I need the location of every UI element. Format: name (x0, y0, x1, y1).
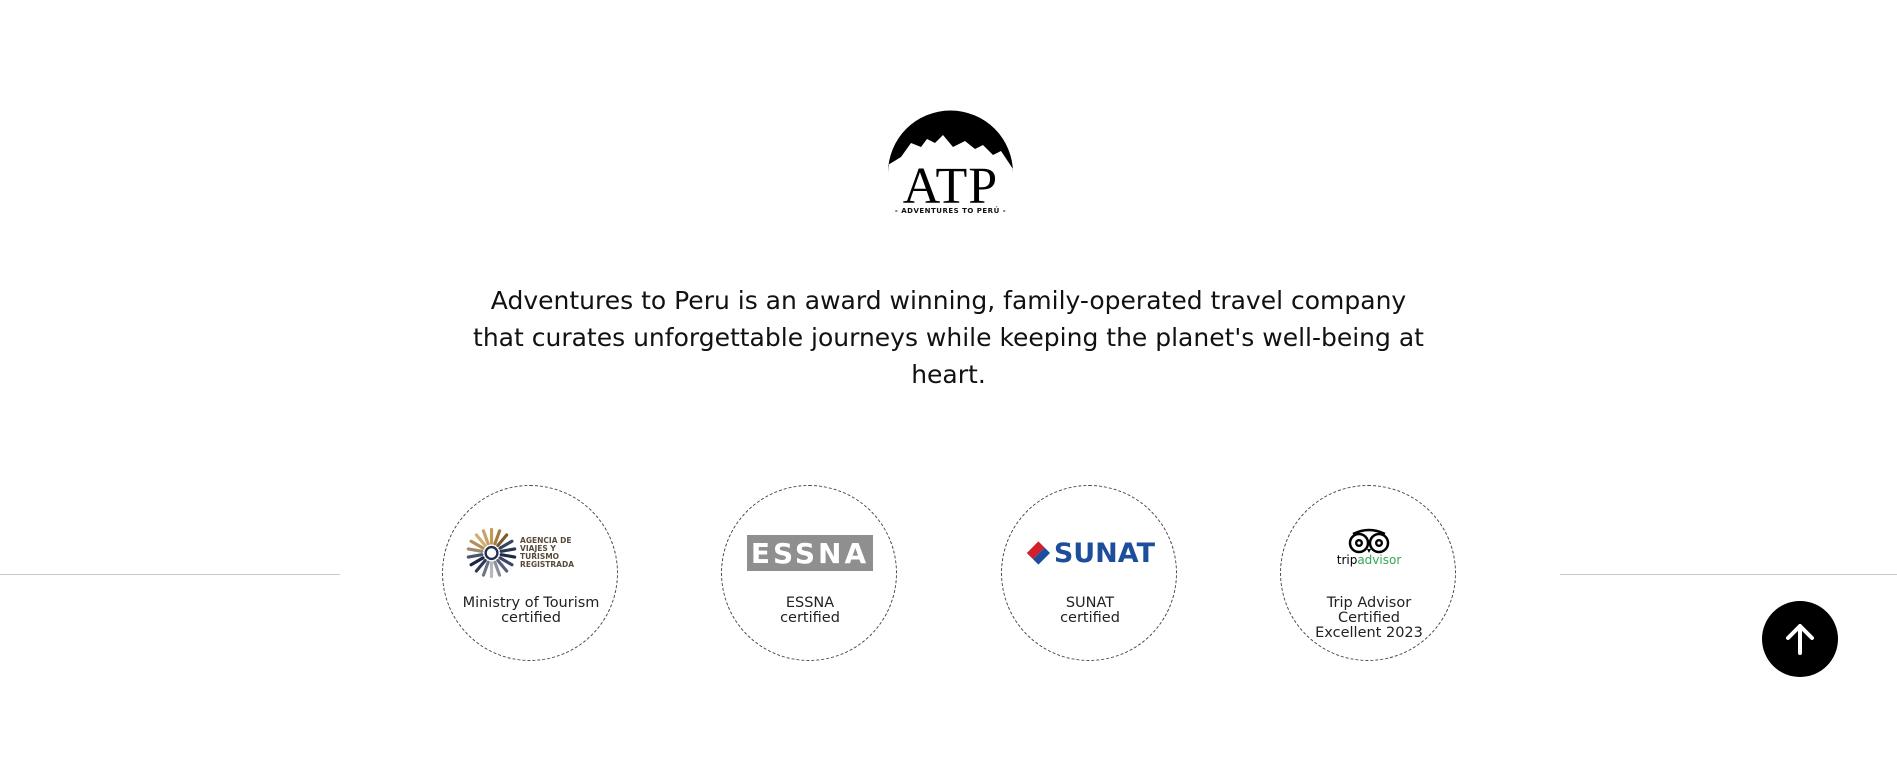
company-description: Adventures to Peru is an award winning, … (460, 282, 1437, 393)
badge-essna: ESSNA ESSNA certified (721, 485, 897, 661)
caption-line: Trip Advisor (1326, 595, 1412, 611)
caption-line: certified (780, 610, 840, 626)
caption-line: Certified (1338, 610, 1400, 626)
tripadvisor-logo: tripadvisor (1304, 522, 1434, 572)
caption-line: Excellent 2023 (1315, 625, 1423, 641)
caption-line: certified (501, 610, 561, 626)
caption-line: certified (1060, 610, 1120, 626)
sunburst-icon (466, 527, 517, 579)
caption-line: SUNAT (1065, 595, 1115, 611)
sunat-logo-text: SUNAT (1053, 537, 1155, 569)
tripadvisor-logo-text-advisor: advisor (1357, 552, 1402, 567)
tripadvisor-logo-text-trip: trip (1336, 552, 1358, 567)
ministry-logo-line: REGISTRADA (520, 560, 575, 569)
description-line: Adventures to Peru is an award winning, … (490, 286, 1407, 315)
badge-caption: Ministry of Tourism certified (451, 596, 611, 626)
ministry-logo-line: VIAJES Y TURISMO (520, 544, 560, 561)
essna-logo-text: ESSNA (750, 536, 870, 570)
badge-ministry-of-tourism: AGENCIA DE VIAJES Y TURISMO REGISTRADA M… (442, 485, 618, 661)
owl-eyes-icon (1348, 528, 1390, 553)
sunat-logo: SUNAT (1025, 528, 1155, 578)
ministry-of-tourism-logo: AGENCIA DE VIAJES Y TURISMO REGISTRADA (466, 527, 596, 579)
badge-caption: SUNAT certified (1010, 596, 1170, 626)
badge-tripadvisor: tripadvisor Trip Advisor Certified Excel… (1280, 485, 1456, 661)
essna-logo: ESSNA (745, 528, 875, 578)
caption-line: Ministry of Tourism (462, 595, 600, 611)
divider-left (0, 574, 340, 575)
arrow-up-icon (1786, 624, 1814, 655)
logo-tagline: - ADVENTURES TO PERÚ - (894, 207, 1007, 215)
back-to-top-button[interactable] (1762, 601, 1838, 677)
description-line: that curates unforgettable journeys whil… (473, 323, 1424, 352)
badge-caption: ESSNA certified (730, 596, 890, 626)
caption-line: ESSNA (785, 595, 835, 611)
description-line: heart. (911, 360, 986, 389)
badge-caption: Trip Advisor Certified Excellent 2023 (1289, 596, 1449, 641)
sunat-emblem-icon (1026, 541, 1051, 565)
divider-right (1560, 574, 1897, 575)
badge-sunat: SUNAT SUNAT certified (1001, 485, 1177, 661)
